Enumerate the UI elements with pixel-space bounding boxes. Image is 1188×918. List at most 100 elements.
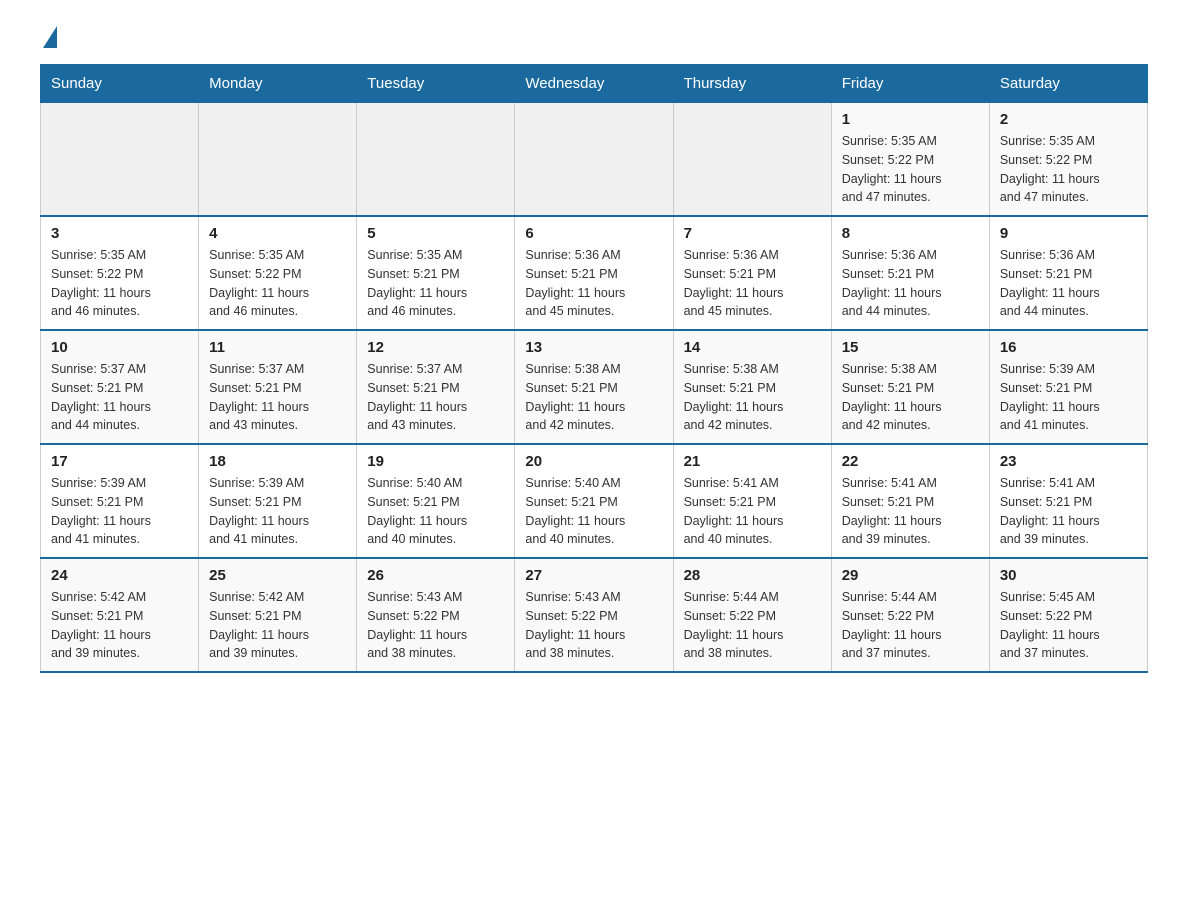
week-row-1: 1 Sunrise: 5:35 AM Sunset: 5:22 PM Daylig… xyxy=(41,103,1148,217)
day-info: Sunrise: 5:38 AM Sunset: 5:21 PM Dayligh… xyxy=(525,360,662,435)
calendar-cell: 16 Sunrise: 5:39 AM Sunset: 5:21 PM Dayli… xyxy=(989,330,1147,444)
calendar-cell: 12 Sunrise: 5:37 AM Sunset: 5:21 PM Dayli… xyxy=(357,330,515,444)
day-header-friday: Friday xyxy=(831,65,989,103)
day-info: Sunrise: 5:39 AM Sunset: 5:21 PM Dayligh… xyxy=(51,474,188,549)
day-number: 17 xyxy=(51,453,188,470)
calendar-cell xyxy=(673,103,831,217)
calendar-cell: 17 Sunrise: 5:39 AM Sunset: 5:21 PM Dayli… xyxy=(41,444,199,558)
calendar-cell: 29Sunrise: 5:44 AM Sunset: 5:22 PM Dayli… xyxy=(831,558,989,672)
calendar-cell: 13 Sunrise: 5:38 AM Sunset: 5:21 PM Dayli… xyxy=(515,330,673,444)
calendar-cell: 27 Sunrise: 5:43 AM Sunset: 5:22 PM Dayli… xyxy=(515,558,673,672)
day-number: 29 xyxy=(842,567,979,584)
calendar-cell: 9Sunrise: 5:36 AM Sunset: 5:21 PM Daylig… xyxy=(989,216,1147,330)
day-number: 24 xyxy=(51,567,188,584)
day-header-saturday: Saturday xyxy=(989,65,1147,103)
calendar-cell: 25 Sunrise: 5:42 AM Sunset: 5:21 PM Dayli… xyxy=(199,558,357,672)
day-number: 15 xyxy=(842,339,979,356)
calendar-cell: 10 Sunrise: 5:37 AM Sunset: 5:21 PM Dayli… xyxy=(41,330,199,444)
calendar-cell: 4Sunrise: 5:35 AM Sunset: 5:22 PM Daylig… xyxy=(199,216,357,330)
calendar-cell: 3 Sunrise: 5:35 AM Sunset: 5:22 PM Daylig… xyxy=(41,216,199,330)
day-info: Sunrise: 5:36 AM Sunset: 5:21 PM Dayligh… xyxy=(684,246,821,321)
day-number: 2 xyxy=(1000,111,1137,128)
day-header-monday: Monday xyxy=(199,65,357,103)
day-info: Sunrise: 5:42 AM Sunset: 5:21 PM Dayligh… xyxy=(209,588,346,663)
day-number: 18 xyxy=(209,453,346,470)
day-number: 12 xyxy=(367,339,504,356)
day-info: Sunrise: 5:35 AM Sunset: 5:21 PM Dayligh… xyxy=(367,246,504,321)
page-header xyxy=(40,30,1148,44)
day-number: 13 xyxy=(525,339,662,356)
day-info: Sunrise: 5:35 AM Sunset: 5:22 PM Dayligh… xyxy=(842,132,979,207)
day-number: 22 xyxy=(842,453,979,470)
calendar-cell: 19 Sunrise: 5:40 AM Sunset: 5:21 PM Dayli… xyxy=(357,444,515,558)
day-info: Sunrise: 5:39 AM Sunset: 5:21 PM Dayligh… xyxy=(1000,360,1137,435)
calendar-cell: 23Sunrise: 5:41 AM Sunset: 5:21 PM Dayli… xyxy=(989,444,1147,558)
day-number: 3 xyxy=(51,225,188,242)
day-info: Sunrise: 5:37 AM Sunset: 5:21 PM Dayligh… xyxy=(209,360,346,435)
day-info: Sunrise: 5:41 AM Sunset: 5:21 PM Dayligh… xyxy=(1000,474,1137,549)
day-number: 10 xyxy=(51,339,188,356)
day-number: 27 xyxy=(525,567,662,584)
day-number: 26 xyxy=(367,567,504,584)
calendar-cell: 21Sunrise: 5:41 AM Sunset: 5:21 PM Dayli… xyxy=(673,444,831,558)
day-number: 1 xyxy=(842,111,979,128)
day-header-thursday: Thursday xyxy=(673,65,831,103)
day-info: Sunrise: 5:40 AM Sunset: 5:21 PM Dayligh… xyxy=(367,474,504,549)
calendar-cell: 2 Sunrise: 5:35 AM Sunset: 5:22 PM Daylig… xyxy=(989,103,1147,217)
calendar-cell: 15 Sunrise: 5:38 AM Sunset: 5:21 PM Dayli… xyxy=(831,330,989,444)
calendar-table: SundayMondayTuesdayWednesdayThursdayFrid… xyxy=(40,64,1148,673)
day-info: Sunrise: 5:36 AM Sunset: 5:21 PM Dayligh… xyxy=(525,246,662,321)
day-info: Sunrise: 5:37 AM Sunset: 5:21 PM Dayligh… xyxy=(51,360,188,435)
calendar-cell: 24 Sunrise: 5:42 AM Sunset: 5:21 PM Dayli… xyxy=(41,558,199,672)
day-number: 30 xyxy=(1000,567,1137,584)
day-info: Sunrise: 5:39 AM Sunset: 5:21 PM Dayligh… xyxy=(209,474,346,549)
calendar-cell xyxy=(199,103,357,217)
day-number: 16 xyxy=(1000,339,1137,356)
day-number: 7 xyxy=(684,225,821,242)
calendar-cell: 1 Sunrise: 5:35 AM Sunset: 5:22 PM Daylig… xyxy=(831,103,989,217)
calendar-cell: 11 Sunrise: 5:37 AM Sunset: 5:21 PM Dayli… xyxy=(199,330,357,444)
day-info: Sunrise: 5:41 AM Sunset: 5:21 PM Dayligh… xyxy=(842,474,979,549)
day-number: 14 xyxy=(684,339,821,356)
day-info: Sunrise: 5:43 AM Sunset: 5:22 PM Dayligh… xyxy=(525,588,662,663)
calendar-cell: 26 Sunrise: 5:43 AM Sunset: 5:22 PM Dayli… xyxy=(357,558,515,672)
calendar-cell xyxy=(357,103,515,217)
day-info: Sunrise: 5:45 AM Sunset: 5:22 PM Dayligh… xyxy=(1000,588,1137,663)
day-header-sunday: Sunday xyxy=(41,65,199,103)
day-info: Sunrise: 5:35 AM Sunset: 5:22 PM Dayligh… xyxy=(51,246,188,321)
day-info: Sunrise: 5:44 AM Sunset: 5:22 PM Dayligh… xyxy=(684,588,821,663)
day-number: 25 xyxy=(209,567,346,584)
calendar-cell xyxy=(41,103,199,217)
logo-triangle-icon xyxy=(43,26,57,48)
day-info: Sunrise: 5:38 AM Sunset: 5:21 PM Dayligh… xyxy=(684,360,821,435)
calendar-cell xyxy=(515,103,673,217)
day-header-wednesday: Wednesday xyxy=(515,65,673,103)
header-row: SundayMondayTuesdayWednesdayThursdayFrid… xyxy=(41,65,1148,103)
week-row-3: 10 Sunrise: 5:37 AM Sunset: 5:21 PM Dayli… xyxy=(41,330,1148,444)
day-number: 11 xyxy=(209,339,346,356)
day-info: Sunrise: 5:37 AM Sunset: 5:21 PM Dayligh… xyxy=(367,360,504,435)
day-number: 20 xyxy=(525,453,662,470)
day-number: 8 xyxy=(842,225,979,242)
day-info: Sunrise: 5:35 AM Sunset: 5:22 PM Dayligh… xyxy=(209,246,346,321)
calendar-cell: 22 Sunrise: 5:41 AM Sunset: 5:21 PM Dayli… xyxy=(831,444,989,558)
day-number: 5 xyxy=(367,225,504,242)
day-info: Sunrise: 5:36 AM Sunset: 5:21 PM Dayligh… xyxy=(1000,246,1137,321)
calendar-cell: 8Sunrise: 5:36 AM Sunset: 5:21 PM Daylig… xyxy=(831,216,989,330)
calendar-cell: 6 Sunrise: 5:36 AM Sunset: 5:21 PM Daylig… xyxy=(515,216,673,330)
day-info: Sunrise: 5:41 AM Sunset: 5:21 PM Dayligh… xyxy=(684,474,821,549)
calendar-cell: 5 Sunrise: 5:35 AM Sunset: 5:21 PM Daylig… xyxy=(357,216,515,330)
day-header-tuesday: Tuesday xyxy=(357,65,515,103)
day-info: Sunrise: 5:40 AM Sunset: 5:21 PM Dayligh… xyxy=(525,474,662,549)
day-number: 19 xyxy=(367,453,504,470)
day-number: 6 xyxy=(525,225,662,242)
calendar-cell: 20 Sunrise: 5:40 AM Sunset: 5:21 PM Dayli… xyxy=(515,444,673,558)
day-info: Sunrise: 5:38 AM Sunset: 5:21 PM Dayligh… xyxy=(842,360,979,435)
calendar-cell: 14 Sunrise: 5:38 AM Sunset: 5:21 PM Dayli… xyxy=(673,330,831,444)
week-row-5: 24 Sunrise: 5:42 AM Sunset: 5:21 PM Dayli… xyxy=(41,558,1148,672)
week-row-4: 17 Sunrise: 5:39 AM Sunset: 5:21 PM Dayli… xyxy=(41,444,1148,558)
day-info: Sunrise: 5:42 AM Sunset: 5:21 PM Dayligh… xyxy=(51,588,188,663)
day-number: 28 xyxy=(684,567,821,584)
day-info: Sunrise: 5:35 AM Sunset: 5:22 PM Dayligh… xyxy=(1000,132,1137,207)
day-info: Sunrise: 5:43 AM Sunset: 5:22 PM Dayligh… xyxy=(367,588,504,663)
